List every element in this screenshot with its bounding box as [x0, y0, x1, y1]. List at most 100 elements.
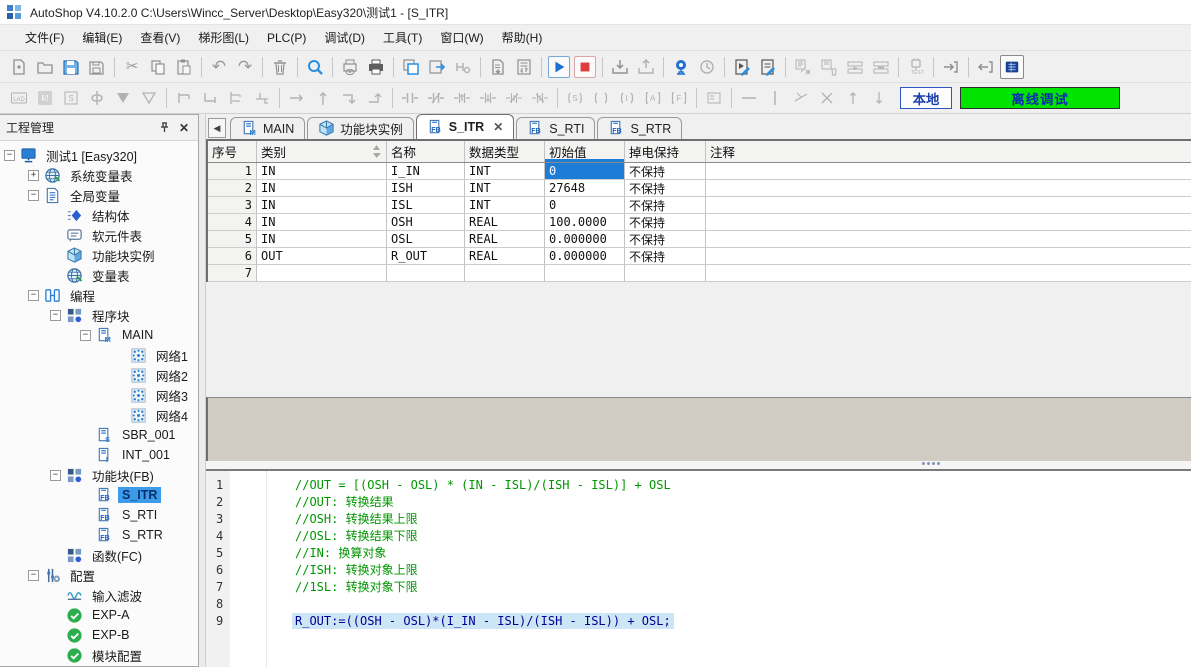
insert-row-icon[interactable] — [842, 54, 868, 80]
delete-hline-icon[interactable] — [788, 85, 814, 111]
cell-r3-retain[interactable]: 不保持 — [625, 197, 706, 214]
cell-r7-category[interactable] — [257, 265, 387, 282]
cell-r5-comment[interactable] — [706, 231, 1191, 248]
set-reset-icon[interactable]: S — [562, 85, 588, 111]
menu-item-1[interactable]: 文件(F) — [16, 26, 73, 49]
tree-item-main[interactable]: −MMAIN — [0, 325, 198, 345]
branch-close-icon[interactable] — [197, 85, 223, 111]
cell-r2-category[interactable]: IN — [257, 180, 387, 197]
tab-功能块实例[interactable]: 功能块实例 — [307, 117, 414, 139]
copy-window-icon[interactable] — [398, 54, 424, 80]
column-header-1[interactable]: 序号 — [208, 141, 257, 162]
cell-r4-retain[interactable]: 不保持 — [625, 214, 706, 231]
cell-r7-retain[interactable] — [625, 265, 706, 282]
tree-item-1easy320[interactable]: −测试1 [Easy320] — [0, 145, 198, 165]
batch-monitor-icon[interactable] — [790, 54, 816, 80]
cell-r4-name[interactable]: OSH — [387, 214, 465, 231]
delete-icon[interactable] — [267, 54, 293, 80]
print-icon[interactable] — [363, 54, 389, 80]
redo-icon[interactable]: ↷ — [232, 54, 258, 80]
branch-merge-icon[interactable] — [249, 85, 275, 111]
cell-r3-category[interactable]: IN — [257, 197, 387, 214]
step-out-icon[interactable] — [973, 54, 999, 80]
tree-item-[interactable]: 软元件表 — [0, 225, 198, 245]
delete-row-icon[interactable] — [868, 54, 894, 80]
tree-item-4[interactable]: 网络4 — [0, 405, 198, 425]
menu-item-6[interactable]: 调试(D) — [315, 26, 374, 49]
cell-r7-no[interactable]: 7 — [208, 265, 257, 282]
stop-icon[interactable] — [572, 54, 598, 80]
monitor-icon[interactable] — [668, 54, 694, 80]
tree-item-sbr_001[interactable]: SSBR_001 — [0, 425, 198, 445]
menu-item-5[interactable]: PLC(P) — [258, 28, 315, 48]
tree-item-2[interactable]: 网络2 — [0, 365, 198, 385]
cell-r7-init[interactable] — [545, 265, 625, 282]
cell-r2-datatype[interactable]: INT — [465, 180, 545, 197]
export-window-icon[interactable] — [424, 54, 450, 80]
tree-item-s_itr[interactable]: FBS_ITR — [0, 485, 198, 505]
cell-r5-name[interactable]: OSL — [387, 231, 465, 248]
cell-r5-category[interactable]: IN — [257, 231, 387, 248]
sort-icon[interactable] — [372, 145, 381, 161]
cell-r5-no[interactable]: 5 — [208, 231, 257, 248]
tree-item-s_rtr[interactable]: FBS_RTR — [0, 525, 198, 545]
code-line-8[interactable] — [230, 596, 1191, 613]
tri-down-open-icon[interactable] — [136, 85, 162, 111]
menu-item-2[interactable]: 编辑(E) — [73, 26, 131, 49]
sfc-s-icon[interactable]: S — [32, 85, 58, 111]
cell-r3-init[interactable]: 0 — [545, 197, 625, 214]
open-folder-icon[interactable] — [32, 54, 58, 80]
run-write-icon[interactable] — [729, 54, 755, 80]
cell-r4-no[interactable]: 4 — [208, 214, 257, 231]
tree-item-[interactable]: 结构体 — [0, 205, 198, 225]
cell-r2-init[interactable]: 27648 — [545, 180, 625, 197]
line-up-icon[interactable] — [310, 85, 336, 111]
tab-s_rti[interactable]: FBS_RTI — [516, 117, 595, 139]
copy-icon[interactable] — [145, 54, 171, 80]
cell-r1-comment[interactable] — [706, 163, 1191, 180]
cell-r7-datatype[interactable] — [465, 265, 545, 282]
corner-down-icon[interactable] — [336, 85, 362, 111]
tree-item-[interactable]: 电子凸轮 — [0, 665, 198, 666]
online-edit-icon[interactable] — [755, 54, 781, 80]
run-icon[interactable] — [546, 54, 572, 80]
tree-item-1[interactable]: 网络1 — [0, 345, 198, 365]
tree-item-exp-b[interactable]: EXP-B — [0, 625, 198, 645]
cell-r6-init[interactable]: 0.000000 — [545, 248, 625, 265]
io-compare-icon[interactable] — [450, 54, 476, 80]
verify-program-icon[interactable] — [511, 54, 537, 80]
tab-s_itr[interactable]: FBS_ITR✕ — [416, 114, 515, 139]
cell-r2-retain[interactable]: 不保持 — [625, 180, 706, 197]
tree-item-[interactable]: −编程 — [0, 285, 198, 305]
collapse-icon[interactable]: − — [28, 570, 39, 581]
code-line-2[interactable]: //OUT: 转换结果 — [230, 494, 1191, 511]
cell-r6-category[interactable]: OUT — [257, 248, 387, 265]
tree-item-s_rti[interactable]: FBS_RTI — [0, 505, 198, 525]
cell-r1-category[interactable]: IN — [257, 163, 387, 180]
tab-scroll-left-icon[interactable]: ◀ — [208, 118, 226, 138]
draw-hline-icon[interactable] — [736, 85, 762, 111]
lad-icon[interactable]: LAD — [6, 85, 32, 111]
contact-nc-icon[interactable] — [423, 85, 449, 111]
code-line-9[interactable]: R_OUT:=((OSH - OSL)*(I_IN - ISL)/(ISH - … — [230, 613, 1191, 630]
draw-down-icon[interactable] — [866, 85, 892, 111]
menu-item-8[interactable]: 窗口(W) — [431, 26, 492, 49]
cell-r4-init[interactable]: 100.0000 — [545, 214, 625, 231]
column-header-6[interactable]: 掉电保持 — [625, 141, 706, 162]
local-mode-button[interactable]: 本地 — [900, 87, 952, 109]
save-all-icon[interactable] — [84, 54, 110, 80]
column-header-5[interactable]: 初始值 — [545, 141, 625, 162]
column-header-2[interactable]: 类别 — [257, 141, 387, 162]
paste-icon[interactable] — [171, 54, 197, 80]
corner-up-icon[interactable] — [362, 85, 388, 111]
tree-item-[interactable]: +系统变量表 — [0, 165, 198, 185]
cell-r4-category[interactable]: IN — [257, 214, 387, 231]
print-preview-icon[interactable] — [337, 54, 363, 80]
tree-item-fc[interactable]: 函数(FC) — [0, 545, 198, 565]
cell-r5-datatype[interactable]: REAL — [465, 231, 545, 248]
collapse-icon[interactable]: − — [50, 470, 61, 481]
tree-item-exp-a[interactable]: EXP-A — [0, 605, 198, 625]
collapse-icon[interactable]: − — [28, 190, 39, 201]
tree-item-[interactable]: −程序块 — [0, 305, 198, 325]
column-header-4[interactable]: 数据类型 — [465, 141, 545, 162]
